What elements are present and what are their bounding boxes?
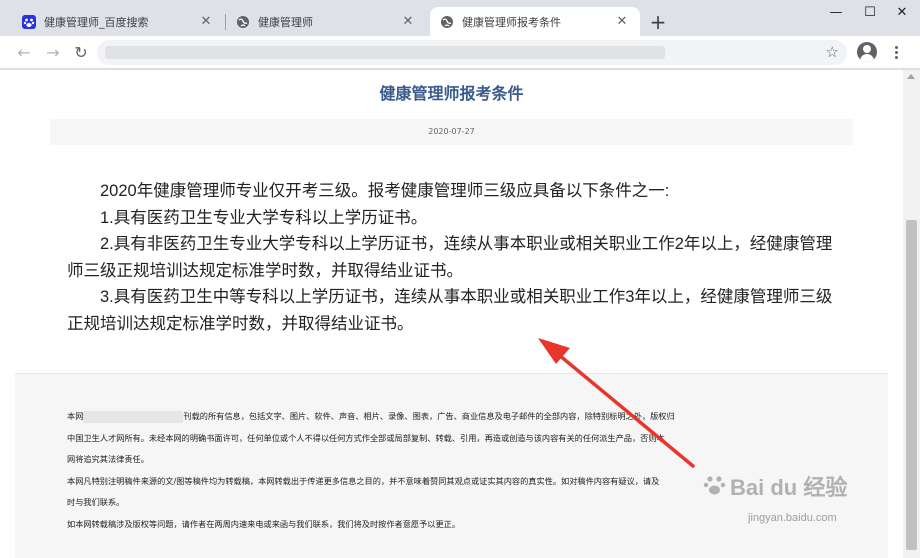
- vertical-scrollbar[interactable]: [903, 70, 920, 558]
- watermark-logo: Bai du 经验: [730, 475, 848, 500]
- footer-line3: 网将追究其法律责任。: [67, 454, 149, 464]
- address-bar[interactable]: ☆: [97, 40, 847, 65]
- baidu-paw-icon: [703, 476, 726, 495]
- browser-toolbar: ← → ↻ ☆: [0, 36, 920, 69]
- tab-title: 健康管理师: [258, 15, 313, 29]
- reload-button[interactable]: ↻: [70, 41, 92, 63]
- baidu-jingyan-watermark: Bai du 经验 jingyan.baidu.com: [690, 470, 890, 540]
- minimize-button[interactable]: —: [818, 0, 854, 24]
- close-icon[interactable]: ✕: [400, 14, 416, 30]
- tab-health-manager[interactable]: 健康管理师 ✕: [226, 7, 426, 36]
- footer-line1: 刊载的所有信息，包括文字、图片、软件、声音、相片、录像、图表，广告、商业信息及电…: [183, 411, 675, 421]
- url-redacted: [105, 46, 665, 59]
- globe-icon: [236, 15, 250, 29]
- tab-title: 健康管理师报考条件: [462, 15, 561, 29]
- paragraph-condition-3: 3.具有医药卫生中等专科以上学历证书，连续从事本职业或相关职业工作3年以上，经健…: [67, 288, 833, 333]
- star-icon[interactable]: ☆: [826, 43, 839, 61]
- redacted-site-name: [83, 410, 184, 423]
- back-button[interactable]: ←: [13, 41, 35, 63]
- scroll-up-icon[interactable]: [907, 74, 915, 79]
- paragraph-intro: 2020年健康管理师专业仅开考三级。报考健康管理师三级应具备以下条件之一:: [100, 182, 670, 200]
- tab-title: 健康管理师_百度搜索: [44, 15, 149, 29]
- menu-kebab-icon[interactable]: [888, 42, 904, 62]
- article-date: 2020-07-27: [428, 127, 475, 136]
- article-title: 健康管理师报考条件: [379, 84, 524, 103]
- paragraph-condition-2: 2.具有非医药卫生专业大学专科以上学历证书，连续从事本职业或相关职业工作2年以上…: [67, 235, 833, 280]
- window-close-button[interactable]: ✕: [884, 0, 920, 24]
- baidu-paw-icon: [22, 14, 36, 29]
- paragraph-condition-1: 1.具有医药卫生专业大学专科以上学历证书。: [100, 208, 428, 227]
- globe-icon: [440, 15, 454, 29]
- new-tab-button[interactable]: +: [647, 11, 669, 33]
- tab-baidu-search[interactable]: 健康管理师_百度搜索 ✕: [12, 7, 224, 36]
- footer-line1-prefix: 本网: [67, 411, 84, 421]
- footer-line2: 中国卫生人才网所有。未经本网的明确书面许可，任何单位或个人不得以任何方式作全部或…: [67, 432, 665, 443]
- article-date-bar: 2020-07-27: [50, 119, 853, 145]
- article-body: 2020年健康管理师专业仅开考三级。报考健康管理师三级应具备以下条件之一: 1.…: [67, 178, 842, 337]
- forward-button[interactable]: →: [42, 41, 64, 63]
- tab-strip: 健康管理师_百度搜索 ✕ 健康管理师 ✕ 健康管理师报考条件 ✕ + — ☐ ✕: [0, 0, 920, 36]
- page-viewport: 健康管理师报考条件 2020-07-27 2020年健康管理师专业仅开考三级。报…: [0, 70, 903, 558]
- scrollbar-thumb[interactable]: [906, 220, 917, 550]
- maximize-button[interactable]: ☐: [852, 0, 888, 24]
- tab-exam-conditions[interactable]: 健康管理师报考条件 ✕: [430, 7, 640, 36]
- profile-avatar-icon[interactable]: [857, 42, 877, 62]
- watermark-url: jingyan.baidu.com: [748, 512, 837, 524]
- close-icon[interactable]: ✕: [614, 14, 630, 30]
- close-icon[interactable]: ✕: [198, 14, 214, 30]
